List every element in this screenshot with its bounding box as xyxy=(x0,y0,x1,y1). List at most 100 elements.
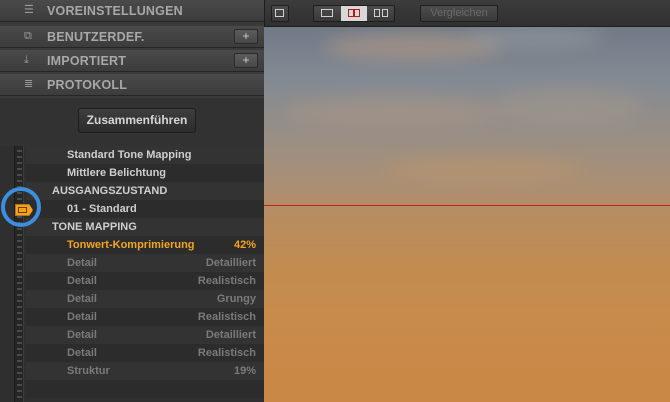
split-line[interactable] xyxy=(264,205,670,206)
history-item[interactable] xyxy=(26,380,264,398)
history-item[interactable]: Struktur 19% xyxy=(26,362,264,380)
single-view-icon xyxy=(321,9,333,17)
rail-tick xyxy=(17,318,22,320)
history-item[interactable]: 01 - Standard xyxy=(26,200,264,218)
history-group-header[interactable]: TONE MAPPING xyxy=(26,218,264,236)
split-divider-icon xyxy=(353,9,355,17)
view-toolbar: Vergleichen xyxy=(264,0,670,27)
rail-tick xyxy=(17,150,22,152)
rail-tick xyxy=(17,342,22,344)
rail-tick xyxy=(17,390,22,392)
rail-tick xyxy=(17,306,22,308)
history-item-value: Realistisch xyxy=(197,311,256,323)
rail-tick xyxy=(17,156,22,158)
history-item-label: 01 - Standard xyxy=(67,203,137,215)
section-label: IMPORTIERT xyxy=(47,54,127,68)
history-state-marker[interactable] xyxy=(0,183,44,233)
history-item-label: Standard Tone Mapping xyxy=(67,149,192,161)
rail-tick xyxy=(17,366,22,368)
history-item[interactable]: Standard Tone Mapping xyxy=(26,146,264,164)
section-history[interactable]: ≣ PROTOKOLL xyxy=(0,74,264,96)
history-item[interactable]: Mittlere Belichtung xyxy=(26,164,264,182)
rail-tick xyxy=(17,162,22,164)
rail-tick xyxy=(17,330,22,332)
rail-tick xyxy=(17,396,22,398)
history-item-value: Realistisch xyxy=(197,347,256,359)
view-mode-group xyxy=(313,5,395,22)
image-preview[interactable] xyxy=(264,27,670,402)
rail-tick xyxy=(17,264,22,266)
section-user-presets[interactable]: ⧉ BENUTZERDEF. + xyxy=(0,26,264,48)
history-item-label: Tonwert-Komprimierung xyxy=(67,239,195,251)
history-item[interactable]: Detail Grungy xyxy=(26,290,264,308)
left-panel: ☰ VOREINSTELLUNGEN ⧉ BENUTZERDEF. + ⤓ IM… xyxy=(0,0,264,402)
history-item-label: Detail xyxy=(67,257,97,269)
export-icon xyxy=(275,9,284,17)
rail-tick xyxy=(17,300,22,302)
history-item-label: Detail xyxy=(67,311,97,323)
add-imported-button[interactable]: + xyxy=(234,53,258,68)
presets-list-icon: ☰ xyxy=(24,4,34,16)
history-item-label: Detail xyxy=(67,329,97,341)
rail-tick xyxy=(17,372,22,374)
cloud-shape xyxy=(284,97,504,127)
history-item[interactable]: Detail Realistisch xyxy=(26,272,264,290)
section-label: PROTOKOLL xyxy=(47,78,128,92)
compare-button[interactable]: Vergleichen xyxy=(420,5,498,22)
rail-tick xyxy=(17,282,22,284)
rail-tick xyxy=(17,258,22,260)
import-icon: ⤓ xyxy=(24,54,29,66)
section-label: VOREINSTELLUNGEN xyxy=(47,4,183,18)
split-view-button[interactable] xyxy=(341,6,367,21)
cloud-shape xyxy=(384,157,584,183)
rail-tick xyxy=(17,336,22,338)
history-item[interactable]: Detail Detailliert xyxy=(26,326,264,344)
history-item-label: Detail xyxy=(67,293,97,305)
rail-tick xyxy=(17,234,22,236)
rail-tick xyxy=(17,360,22,362)
single-view-button[interactable] xyxy=(314,6,340,21)
history-item-value: 42% xyxy=(233,239,256,251)
rail-tick xyxy=(17,180,22,182)
history-item-label: AUSGANGSZUSTAND xyxy=(52,185,168,197)
history-item[interactable]: Detail Realistisch xyxy=(26,344,264,362)
rail-tick xyxy=(17,252,22,254)
cloud-shape xyxy=(494,87,644,127)
side-by-side-left-icon xyxy=(374,9,380,17)
history-item[interactable]: Detail Detailliert xyxy=(26,254,264,272)
section-label: BENUTZERDEF. xyxy=(47,30,145,44)
history-item-label: Detail xyxy=(67,275,97,287)
snapshot-glyph-icon xyxy=(18,207,27,213)
rail-tick xyxy=(17,168,22,170)
export-view-button[interactable] xyxy=(271,5,289,22)
rail-tick xyxy=(17,384,22,386)
rail-tick xyxy=(17,240,22,242)
rail-tick xyxy=(17,324,22,326)
side-by-side-view-button[interactable] xyxy=(368,6,394,21)
section-presets[interactable]: ☰ VOREINSTELLUNGEN xyxy=(0,0,264,22)
merge-button[interactable]: Zusammenführen xyxy=(78,108,196,133)
history-item-value: Detailliert xyxy=(205,329,256,341)
history-item-label: Mittlere Belichtung xyxy=(67,167,167,179)
rail-tick xyxy=(17,174,22,176)
history-item-value: Realistisch xyxy=(197,275,256,287)
rail-tick xyxy=(17,348,22,350)
history-item-label: TONE MAPPING xyxy=(52,221,137,233)
section-imported[interactable]: ⤓ IMPORTIERT + xyxy=(0,50,264,72)
rail-tick xyxy=(17,276,22,278)
add-user-preset-button[interactable]: + xyxy=(234,29,258,44)
merge-area: Zusammenführen xyxy=(0,98,264,146)
rail-tick xyxy=(17,294,22,296)
rail-tick xyxy=(17,246,22,248)
history-item[interactable]: Tonwert-Komprimierung 42% xyxy=(26,236,264,254)
rail-tick xyxy=(17,270,22,272)
history-item-value: 19% xyxy=(233,365,256,377)
side-by-side-right-icon xyxy=(382,9,388,17)
history-item[interactable]: Detail Realistisch xyxy=(26,308,264,326)
rail-tick xyxy=(17,288,22,290)
rail-tick xyxy=(17,312,22,314)
history-item-label: Struktur xyxy=(67,365,110,377)
user-presets-icon: ⧉ xyxy=(24,30,32,42)
history-group-header[interactable]: AUSGANGSZUSTAND xyxy=(26,182,264,200)
history-item-label: Detail xyxy=(67,347,97,359)
